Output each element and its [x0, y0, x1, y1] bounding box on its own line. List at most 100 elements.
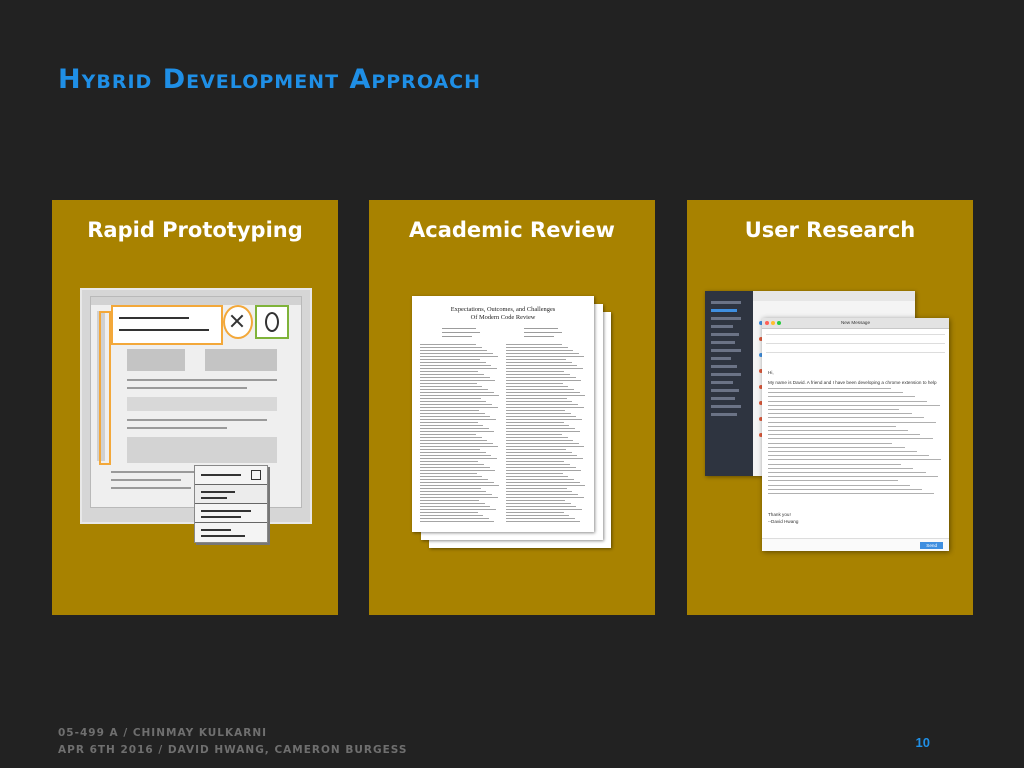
text-line: [420, 509, 496, 510]
text-line: [506, 440, 574, 441]
text-line: [420, 398, 481, 399]
text-line: [768, 430, 908, 431]
text-line: [420, 440, 488, 441]
text-line: [420, 464, 484, 465]
text-line: [420, 449, 480, 450]
paper-front-page: Expectations, Outcomes, and Challenges O…: [412, 296, 594, 532]
text-line: [506, 473, 563, 474]
text-line: [506, 500, 566, 501]
text-line: [420, 518, 489, 519]
text-line: [420, 488, 481, 489]
text-line: [768, 459, 942, 461]
text-line: [506, 356, 585, 357]
paper-title-line2: Of Modern Code Review: [470, 314, 536, 321]
text-line: [768, 409, 900, 410]
text-line: [768, 467, 914, 469]
text-line: [506, 362, 572, 363]
text-line: [506, 359, 566, 360]
text-line: [420, 485, 500, 486]
text-line: [506, 350, 574, 351]
card-title: User Research: [744, 218, 916, 242]
text-line: [420, 512, 478, 513]
text-line: [506, 368, 583, 369]
text-line: [506, 446, 585, 447]
text-line: [768, 472, 926, 473]
text-line: [506, 512, 564, 513]
text-line: [420, 476, 483, 477]
paper-title-line1: Expectations, Outcomes, and Challenges: [450, 306, 556, 313]
text-line: [506, 404, 578, 405]
text-line: [506, 458, 583, 459]
card-rapid-prototyping: Rapid Prototyping: [52, 200, 338, 615]
text-line: [506, 437, 568, 438]
text-line: [768, 396, 915, 398]
text-line: [420, 431, 495, 432]
text-line: [420, 413, 485, 414]
text-line: [420, 410, 480, 411]
text-line: [420, 503, 485, 504]
text-line: [506, 497, 584, 498]
text-line: [506, 506, 577, 507]
text-line: [420, 473, 477, 474]
text-line: [506, 419, 582, 420]
text-line: [506, 347, 568, 348]
text-line: [420, 491, 487, 492]
text-line: [768, 442, 893, 444]
text-line: [420, 455, 492, 456]
text-line: [420, 521, 495, 522]
text-line: [506, 443, 579, 444]
text-line: [506, 386, 569, 387]
text-line: [420, 482, 494, 483]
text-line: [420, 359, 480, 360]
text-line: [506, 488, 567, 489]
text-line: [506, 449, 566, 450]
text-line: [768, 404, 940, 406]
text-line: [420, 350, 488, 351]
email-signoff: Thank you!: [768, 512, 791, 517]
card-academic-review: Academic Review Expectations, Outcomes, …: [369, 200, 655, 615]
text-line: [420, 395, 500, 396]
text-line: [506, 461, 565, 462]
text-line: [420, 404, 492, 405]
text-line: [420, 479, 488, 480]
card-title: Academic Review: [409, 218, 615, 242]
text-line: [506, 455, 578, 456]
slide-title: Hybrid Development Approach: [58, 64, 482, 95]
text-line: [506, 389, 574, 390]
text-line: [420, 380, 496, 381]
text-line: [420, 443, 493, 444]
text-line: [506, 422, 564, 423]
text-line: [420, 377, 490, 378]
text-line: [506, 521, 581, 522]
text-line: [506, 470, 582, 471]
footer-date-authors: APR 6TH 2016 / DAVID HWANG, CAMERON BURG…: [58, 744, 408, 756]
text-line: [506, 365, 578, 366]
send-button[interactable]: Send: [920, 542, 943, 549]
text-line: [420, 401, 487, 402]
text-line: [506, 401, 573, 402]
text-line: [420, 392, 494, 393]
text-line: [768, 488, 922, 490]
text-line: [506, 482, 580, 483]
text-line: [420, 461, 479, 462]
text-line: [420, 506, 491, 507]
text-line: [420, 383, 477, 384]
text-line: [506, 392, 580, 393]
text-line: [506, 494, 578, 495]
text-line: [768, 421, 936, 423]
text-line: [420, 452, 486, 453]
text-line: [420, 458, 497, 459]
compose-window-title: New Message: [840, 320, 871, 325]
text-line: [420, 470, 496, 471]
card-user-research: User Research New Message Hi, My name is…: [687, 200, 973, 615]
text-line: [420, 371, 479, 372]
text-line: [506, 425, 570, 426]
text-line: [420, 344, 476, 345]
text-line: [506, 491, 573, 492]
text-line: [420, 365, 492, 366]
text-line: [506, 374, 570, 375]
text-line: [506, 398, 567, 399]
text-line: [768, 400, 928, 402]
text-line: [768, 451, 917, 452]
text-line: [768, 463, 901, 465]
